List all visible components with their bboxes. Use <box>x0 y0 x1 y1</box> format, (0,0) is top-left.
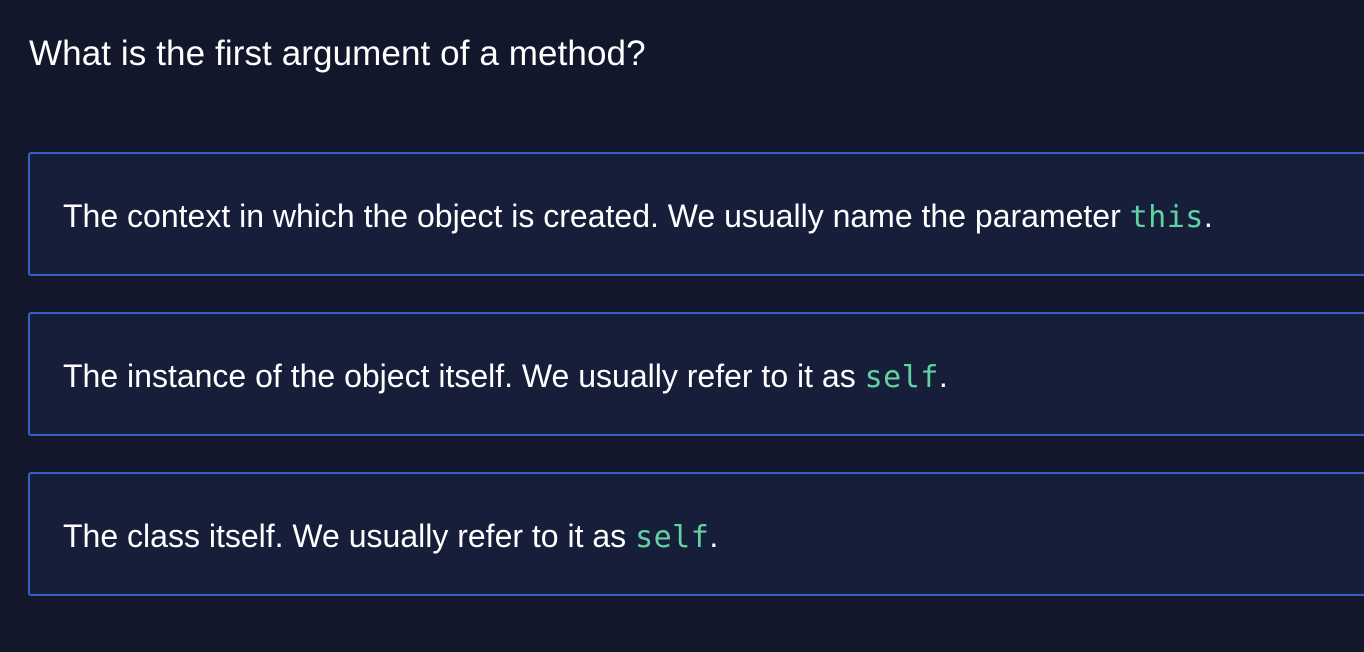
code-self: self <box>635 520 710 555</box>
answer-option-text-before: The context in which the object is creat… <box>63 198 1130 234</box>
answer-option-2[interactable]: The instance of the object itself. We us… <box>28 312 1364 436</box>
answer-options: The context in which the object is creat… <box>28 152 1364 600</box>
code-this: this <box>1129 200 1204 235</box>
answer-option-1[interactable]: The context in which the object is creat… <box>28 152 1364 276</box>
answer-option-text: The class itself. We usually refer to it… <box>63 512 718 562</box>
answer-option-text-before: The instance of the object itself. We us… <box>63 358 865 394</box>
answer-option-3[interactable]: The class itself. We usually refer to it… <box>28 472 1364 596</box>
question-title: What is the first argument of a method? <box>29 34 646 73</box>
answer-option-text-after: . <box>1203 198 1213 234</box>
answer-option-text-after: . <box>938 358 948 394</box>
answer-option-text-before: The class itself. We usually refer to it… <box>63 518 636 554</box>
code-self: self <box>864 360 939 395</box>
answer-option-text: The context in which the object is creat… <box>63 192 1213 242</box>
answer-option-text-after: . <box>709 518 719 554</box>
answer-option-text: The instance of the object itself. We us… <box>63 352 948 402</box>
